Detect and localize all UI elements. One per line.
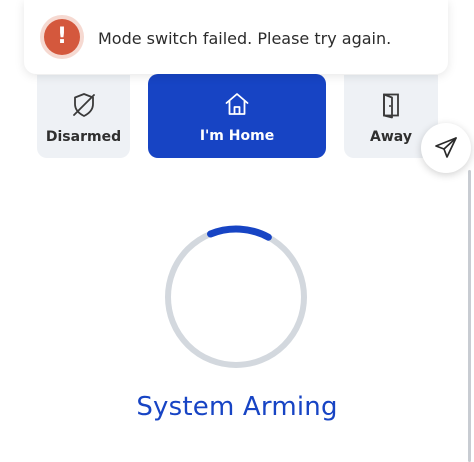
toast-message: Mode switch failed. Please try again. xyxy=(98,29,392,48)
away-label: Away xyxy=(370,129,412,145)
system-status-text: System Arming xyxy=(136,392,338,422)
app-screen: ! Mode switch failed. Please try again. … xyxy=(0,0,474,462)
home-mode-button[interactable]: I'm Home xyxy=(148,74,326,158)
exclamation-icon: ! xyxy=(44,19,80,55)
disarmed-mode-button[interactable]: Disarmed xyxy=(37,75,130,158)
send-button[interactable] xyxy=(421,123,471,173)
shield-off-icon xyxy=(72,93,95,117)
door-icon xyxy=(383,93,399,119)
house-icon xyxy=(225,93,249,115)
progress-track xyxy=(165,226,307,368)
disarmed-label: Disarmed xyxy=(45,129,122,145)
home-label: I'm Home xyxy=(199,128,275,144)
paper-plane-icon xyxy=(435,137,457,158)
error-toast[interactable]: ! Mode switch failed. Please try again. xyxy=(24,0,448,74)
progress-arc xyxy=(164,225,308,369)
arming-progress-ring xyxy=(164,225,308,369)
